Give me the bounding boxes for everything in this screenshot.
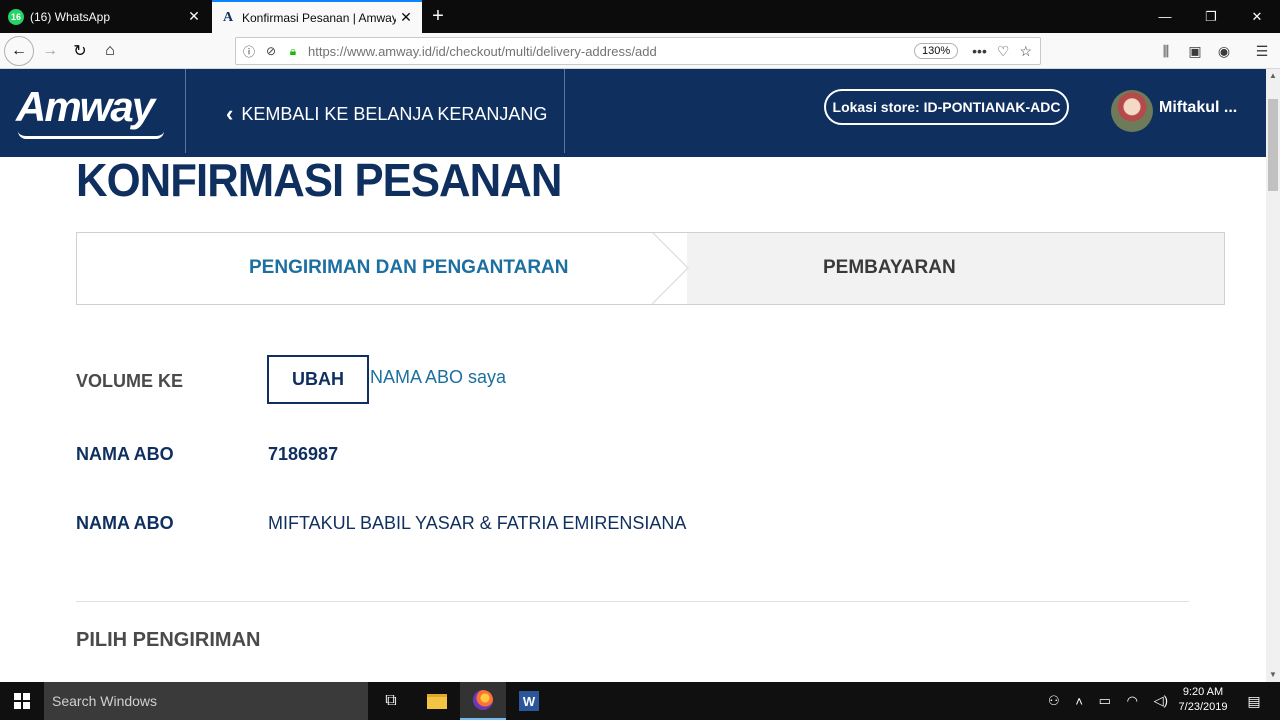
amway-icon: A [222, 9, 234, 25]
ubah-button[interactable]: UBAH [267, 355, 369, 404]
avatar[interactable] [1111, 90, 1153, 132]
scroll-up-icon[interactable]: ▲ [1266, 69, 1280, 83]
system-tray: ⚇ ˄ ▭ ◠ ◁) [1048, 682, 1168, 720]
chevron-left-icon: ‹ [226, 101, 234, 126]
people-icon[interactable]: ⚇ [1048, 693, 1060, 709]
tracking-protection-icon[interactable]: ⊘ [262, 44, 280, 58]
taskbar-word[interactable]: W [506, 682, 552, 720]
window-close-button[interactable]: ✕ [1234, 0, 1280, 33]
header-divider [185, 69, 186, 153]
info-icon[interactable]: ⓘ [240, 43, 258, 60]
header-divider [564, 69, 565, 153]
abo-name-value: MIFTAKUL BABIL YASAR & FATRIA EMIRENSIAN… [268, 513, 687, 533]
checkout-steps: PENGIRIMAN DAN PENGANTARAN PEMBAYARAN [76, 232, 1225, 305]
notification-icon[interactable]: ▤ [1240, 682, 1268, 720]
word-icon: W [519, 691, 539, 711]
url-bar[interactable]: ⓘ ⊘ 🔒︎ https://www.amway.id/id/checkout/… [235, 37, 1041, 65]
chevron-up-icon[interactable]: ˄ [1075, 694, 1083, 709]
page-viewport: Amway ‹ KEMBALI KE BELANJA KERANJANG Lok… [0, 69, 1266, 682]
site-header: Amway ‹ KEMBALI KE BELANJA KERANJANG Lok… [0, 69, 1266, 157]
amway-logo[interactable]: Amway [16, 83, 155, 131]
step-arrow [651, 233, 687, 304]
windows-logo-icon [14, 693, 30, 709]
tab-title: (16) WhatsApp [30, 9, 111, 24]
close-icon[interactable]: ✕ [396, 9, 416, 26]
close-icon[interactable]: ✕ [184, 8, 204, 25]
taskbar-firefox[interactable] [460, 682, 506, 720]
back-to-cart-label: KEMBALI KE BELANJA KERANJANG [241, 103, 548, 124]
library-icon[interactable]: ⫼ [1152, 37, 1180, 65]
reload-icon: ↻ [73, 43, 87, 60]
wifi-icon[interactable]: ◠ [1127, 693, 1138, 709]
home-button[interactable]: ⌂ [96, 37, 124, 65]
step-payment[interactable]: PEMBAYARAN [823, 257, 956, 279]
abo-link[interactable]: NAMA ABO saya [370, 367, 506, 388]
abo-number-value: 7186987 [268, 444, 339, 464]
volume-label: VOLUME KE [76, 371, 184, 391]
zoom-badge[interactable]: 130% [914, 43, 959, 59]
pocket-icon[interactable]: ♡ [997, 43, 1010, 60]
tab-whatsapp[interactable]: 16 (16) WhatsApp ✕ [0, 0, 210, 33]
user-name[interactable]: Miftakul ... [1159, 99, 1237, 117]
battery-icon[interactable]: ▭ [1099, 693, 1111, 709]
abo-name-label: NAMA ABO [76, 513, 174, 533]
forward-button[interactable]: → [36, 37, 64, 65]
store-location-button[interactable]: Lokasi store: ID-PONTIANAK-ADC [824, 89, 1069, 125]
page-scrollbar[interactable]: ▲ ▼ [1266, 69, 1280, 682]
arrow-left-icon: ← [11, 42, 27, 59]
clock-date: 7/23/2019 [1178, 701, 1228, 713]
browser-tab-strip: 16 (16) WhatsApp ✕ A Konfirmasi Pesanan … [0, 0, 1280, 33]
page-title: KONFIRMASI PESANAN [76, 154, 562, 206]
minimize-button[interactable]: — [1142, 0, 1188, 33]
section-title: PILIH PENGIRIMAN [76, 629, 261, 651]
taskbar: Search Windows ⧉ W ⚇ ˄ ▭ ◠ ◁) 9:20 AM 7/… [0, 682, 1280, 720]
task-view-icon[interactable]: ⧉ [368, 682, 414, 720]
firefox-icon [473, 690, 493, 710]
scroll-thumb[interactable] [1268, 99, 1278, 191]
scroll-down-icon[interactable]: ▼ [1266, 668, 1280, 682]
new-tab-button[interactable]: + [426, 4, 450, 28]
account-icon[interactable]: ◉ [1210, 37, 1238, 65]
tab-amway[interactable]: A Konfirmasi Pesanan | Amway Ir ✕ [212, 0, 422, 33]
start-button[interactable] [0, 682, 44, 720]
bookmark-star-icon[interactable]: ☆ [1019, 43, 1032, 60]
whatsapp-icon: 16 [8, 8, 24, 25]
taskbar-explorer[interactable] [414, 682, 460, 720]
back-button[interactable]: ← [4, 36, 34, 66]
menu-icon[interactable]: ☰ [1248, 37, 1276, 65]
back-to-cart-link[interactable]: ‹ KEMBALI KE BELANJA KERANJANG [226, 101, 547, 127]
home-icon: ⌂ [105, 42, 115, 59]
url-text[interactable]: https://www.amway.id/id/checkout/multi/d… [308, 44, 914, 59]
taskbar-clock[interactable]: 9:20 AM 7/23/2019 [1172, 685, 1234, 715]
tab-title: Konfirmasi Pesanan | Amway Ir [242, 10, 396, 25]
logo-swoosh [18, 131, 164, 139]
abo-number-label: NAMA ABO [76, 444, 174, 464]
clock-time: 9:20 AM [1182, 686, 1224, 698]
folder-icon [427, 693, 447, 709]
taskbar-search[interactable]: Search Windows [44, 682, 368, 720]
browser-nav-bar: ← → ↻ ⌂ ⓘ ⊘ 🔒︎ https://www.amway.id/id/c… [0, 33, 1280, 69]
sidebar-icon[interactable]: ▣ [1181, 37, 1209, 65]
reload-button[interactable]: ↻ [66, 37, 94, 65]
step-shipping[interactable]: PENGIRIMAN DAN PENGANTARAN [249, 257, 568, 279]
page-actions-icon[interactable]: ••• [972, 43, 987, 60]
restore-button[interactable]: ❐ [1188, 0, 1234, 33]
arrow-right-icon: → [42, 42, 58, 59]
lock-icon[interactable]: 🔒︎ [284, 44, 302, 59]
divider [76, 601, 1189, 602]
volume-icon[interactable]: ◁) [1154, 693, 1168, 709]
